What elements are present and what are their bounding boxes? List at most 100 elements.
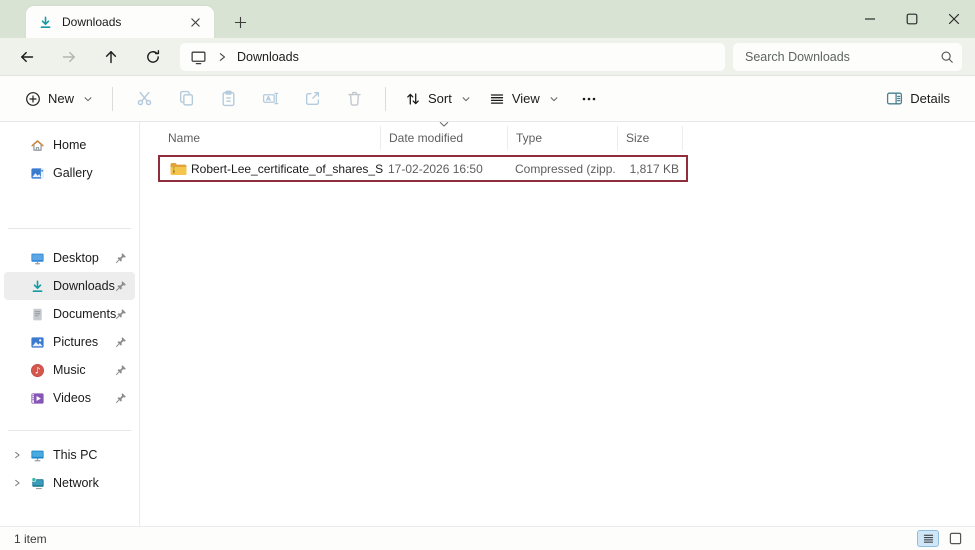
close-window-icon[interactable] (933, 3, 975, 35)
forward-icon[interactable] (52, 42, 86, 72)
download-icon (30, 279, 45, 294)
sort-button[interactable]: Sort (396, 85, 480, 113)
pin-icon (115, 252, 127, 264)
column-label: Size (626, 131, 650, 145)
sidebar-separator (8, 228, 131, 229)
window-controls (849, 0, 975, 38)
sidebar-item-network[interactable]: Network (4, 469, 135, 497)
share-icon[interactable] (294, 83, 330, 115)
chevron-down-icon (461, 94, 471, 104)
svg-text:♪: ♪ (35, 366, 41, 376)
column-header-size[interactable]: Size (618, 126, 683, 150)
sidebar-item-label: Network (53, 476, 99, 490)
file-row-highlighted[interactable]: Robert-Lee_certificate_of_shares_SA-006_… (158, 155, 688, 182)
file-date-modified: 17-02-2026 16:50 (388, 161, 483, 176)
pin-icon (115, 336, 127, 348)
details-pane-label: Details (910, 91, 950, 106)
sidebar-item-pictures[interactable]: Pictures (4, 328, 135, 356)
sidebar-item-desktop[interactable]: Desktop (4, 244, 135, 272)
location-monitor-icon (190, 49, 207, 66)
column-label: Date modified (389, 131, 464, 145)
refresh-icon[interactable] (136, 42, 170, 72)
address-bar[interactable]: Downloads (180, 43, 725, 71)
search-input[interactable] (745, 50, 940, 64)
up-icon[interactable] (94, 42, 128, 72)
column-header-name[interactable]: Name (141, 126, 381, 150)
chevron-down-icon (549, 94, 559, 104)
breadcrumb[interactable]: Downloads (237, 50, 299, 64)
sidebar: Home Gallery Desktop Downloads Documents… (0, 122, 140, 526)
computer-icon (30, 448, 45, 463)
sidebar-item-gallery[interactable]: Gallery (4, 159, 135, 187)
sidebar-separator (8, 430, 131, 431)
tab-bar: Downloads (0, 0, 975, 38)
sort-ascending-icon (439, 121, 449, 128)
explorer-body: Home Gallery Desktop Downloads Documents… (0, 121, 975, 526)
tab-downloads[interactable]: Downloads (26, 6, 214, 38)
sort-button-label: Sort (428, 91, 452, 106)
file-name: Robert-Lee_certificate_of_shares_SA-006_ (191, 161, 383, 176)
chevron-right-icon[interactable] (12, 450, 22, 460)
column-header-date-modified[interactable]: Date modified (381, 121, 508, 150)
music-icon: ♪ (30, 363, 45, 378)
zip-folder-icon (170, 157, 187, 180)
tab-title: Downloads (62, 15, 122, 29)
cut-icon[interactable] (126, 83, 162, 115)
column-headers: Name Date modified Type Size (141, 121, 683, 150)
navigation-bar: Downloads (0, 38, 975, 76)
sidebar-item-this-pc[interactable]: This PC (4, 441, 135, 469)
file-explorer-window: Downloads Downloads Search Downloads New… (0, 0, 975, 550)
column-header-type[interactable]: Type (508, 126, 618, 150)
breadcrumb-chevron-icon (217, 52, 227, 62)
sidebar-item-label: Gallery (53, 166, 93, 180)
paste-icon[interactable] (210, 83, 246, 115)
pin-icon (115, 392, 127, 404)
gallery-icon (30, 166, 45, 181)
sidebar-item-label: Home (53, 138, 87, 152)
command-toolbar: New Sort View Details (0, 76, 975, 122)
sidebar-item-music[interactable]: ♪ Music (4, 356, 135, 384)
details-view-toggle-icon[interactable] (917, 530, 939, 547)
search-icon[interactable] (940, 50, 954, 64)
item-count: 1 item (14, 531, 47, 546)
sidebar-item-videos[interactable]: Videos (4, 384, 135, 412)
sidebar-item-home[interactable]: Home (4, 131, 135, 159)
home-icon (30, 138, 45, 153)
pin-icon (115, 280, 127, 292)
maximize-icon[interactable] (891, 3, 933, 35)
chevron-down-icon (83, 94, 93, 104)
details-pane-button[interactable]: Details (877, 84, 959, 113)
rename-icon[interactable] (252, 83, 288, 115)
pictures-icon (30, 335, 45, 350)
tab-close-icon[interactable] (186, 13, 204, 31)
delete-icon[interactable] (336, 83, 372, 115)
back-icon[interactable] (10, 42, 44, 72)
toolbar-divider (385, 86, 387, 111)
status-bar: 1 item (0, 526, 975, 550)
pin-icon (115, 308, 127, 320)
more-options-icon[interactable] (571, 83, 607, 115)
file-size: 1,817 KB (629, 161, 679, 176)
videos-icon (30, 391, 45, 406)
file-list-area: Name Date modified Type Size Robert-Lee_… (141, 121, 975, 526)
column-label: Name (168, 131, 201, 145)
view-button[interactable]: View (480, 85, 568, 113)
new-plus-icon (25, 91, 41, 107)
sidebar-item-label: This PC (53, 448, 98, 462)
details-pane-icon (886, 90, 903, 107)
new-tab-icon[interactable] (228, 10, 252, 34)
sidebar-item-downloads[interactable]: Downloads (4, 272, 135, 300)
pin-icon (115, 364, 127, 376)
column-label: Type (516, 131, 543, 145)
new-button[interactable]: New (16, 85, 102, 113)
chevron-right-icon[interactable] (12, 478, 22, 488)
search-box (733, 43, 962, 71)
new-button-label: New (48, 91, 75, 106)
desktop-icon (30, 251, 45, 266)
network-icon (30, 476, 45, 491)
icons-view-toggle-icon[interactable] (945, 530, 965, 547)
document-icon (30, 307, 45, 322)
copy-icon[interactable] (168, 83, 204, 115)
minimize-icon[interactable] (849, 3, 891, 35)
sidebar-item-documents[interactable]: Documents (4, 300, 135, 328)
